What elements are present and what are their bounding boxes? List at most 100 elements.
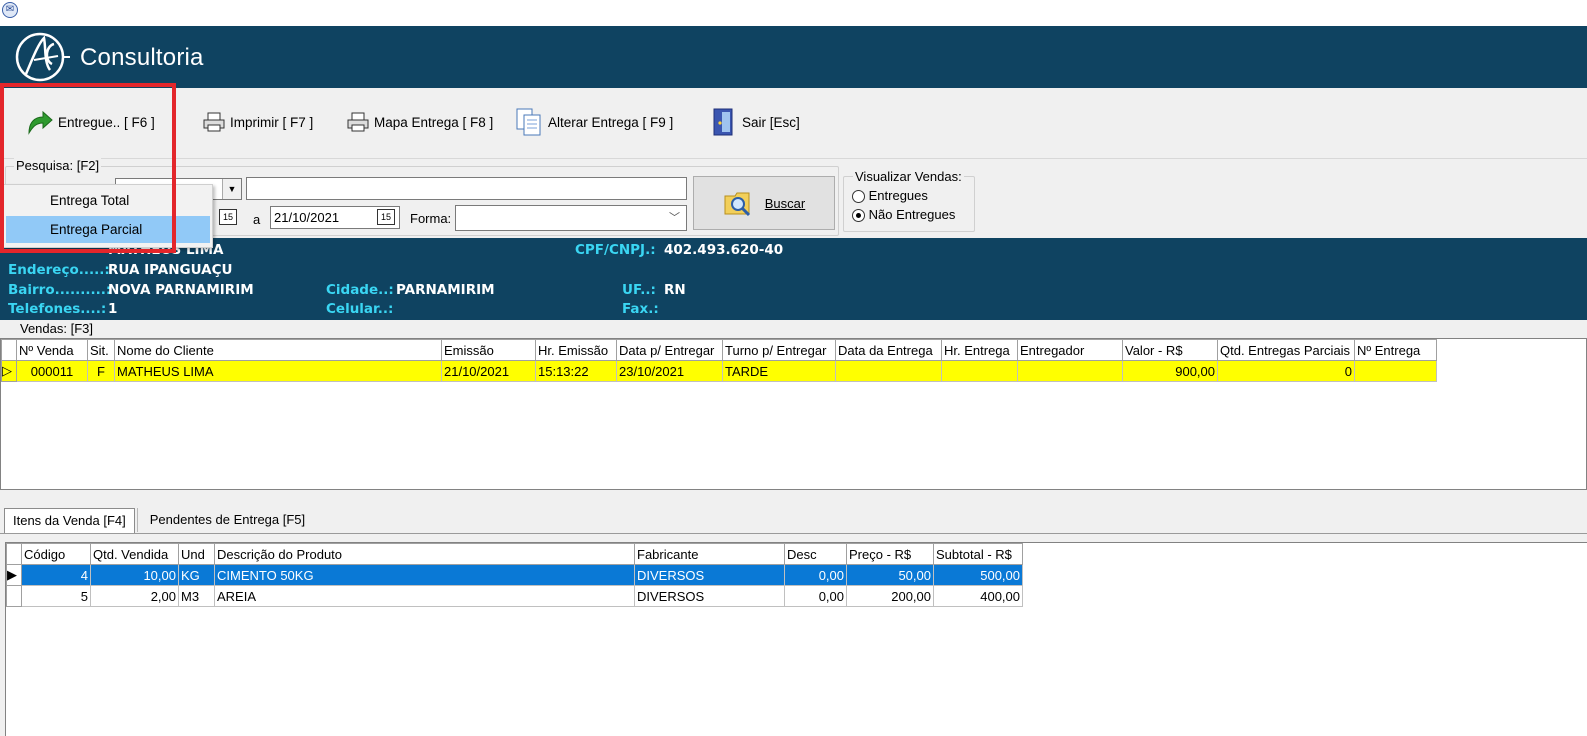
telefones-label: Telefones....: [8, 301, 107, 317]
radio-circle-selected[interactable] [852, 209, 865, 223]
cell-und: KG [178, 564, 215, 586]
cell-data-entregar: 23/10/2021 [616, 360, 723, 382]
col-header[interactable]: Turno p/ Entregar [722, 339, 836, 361]
col-header[interactable]: Nome do Cliente [114, 339, 442, 361]
cell-qtd: 2,00 [90, 585, 179, 607]
table-row[interactable]: ▶ 4 10,00 KG CIMENTO 50KG DIVERSOS 0,00 … [6, 564, 1023, 586]
buscar-button[interactable]: Buscar [693, 176, 835, 230]
radio-entregues[interactable]: Entregues [852, 188, 928, 204]
col-header[interactable]: Und [178, 543, 215, 565]
cell-descricao: CIMENTO 50KG [214, 564, 635, 586]
mapa-entrega-button[interactable]: Mapa Entrega [ F8 ] [346, 102, 493, 142]
col-header[interactable]: Entregador [1017, 339, 1123, 361]
printer-icon [203, 112, 225, 132]
cell-sit: F [87, 360, 115, 382]
cell-desc: 0,00 [784, 585, 847, 607]
cell-codigo: 4 [21, 564, 91, 586]
col-header[interactable]: Valor - R$ [1122, 339, 1218, 361]
visualizar-vendas-group [843, 176, 975, 232]
cell-preco: 50,00 [846, 564, 934, 586]
col-header[interactable]: Data p/ Entregar [616, 339, 723, 361]
chevron-down-icon[interactable]: ▼ [222, 179, 241, 199]
cell-data-entrega [835, 360, 942, 382]
cart-icon: ✉ [2, 2, 18, 18]
alterar-entrega-button[interactable]: Alterar Entrega [ F9 ] [514, 102, 673, 142]
cell-hr-entrega [941, 360, 1018, 382]
table-row[interactable]: 5 2,00 M3 AREIA DIVERSOS 0,00 200,00 400… [6, 585, 1023, 607]
calendar-icon[interactable]: 15 [219, 209, 237, 225]
col-header[interactable]: Hr. Emissão [535, 339, 617, 361]
tab-itens-da-venda[interactable]: Itens da Venda [F4] [4, 508, 135, 533]
exit-door-icon [713, 108, 733, 136]
sair-label: Sair [Esc] [742, 114, 800, 130]
bairro-value: NOVA PARNAMIRIM [108, 282, 254, 298]
client-info-panel: MATHEUS LIMA CPF/CNPJ.: 402.493.620-40 E… [0, 238, 1587, 320]
date-range-separator: a [253, 212, 261, 227]
sair-button[interactable]: Sair [Esc] [710, 102, 800, 142]
cell-subtotal: 400,00 [933, 585, 1023, 607]
calendar-icon[interactable]: 15 [377, 209, 395, 225]
chevron-down-icon[interactable]: ﹀ [666, 208, 683, 228]
search-folder-icon [724, 192, 750, 217]
imprimir-button[interactable]: Imprimir [ F7 ] [202, 102, 313, 142]
col-header[interactable]: Hr. Entrega [941, 339, 1018, 361]
telefones-value: 1 [108, 301, 118, 317]
logo-icon [15, 32, 70, 82]
cell-num-entrega [1354, 360, 1437, 382]
forma-select[interactable]: ﹀ [455, 205, 687, 231]
cell-qtd-parciais: 0 [1217, 360, 1355, 382]
col-header[interactable]: Fabricante [634, 543, 785, 565]
cell-fabricante: DIVERSOS [634, 585, 785, 607]
forma-label: Forma: [410, 211, 452, 226]
col-header[interactable]: Nº Entrega [1354, 339, 1437, 361]
col-header[interactable]: Nº Venda [16, 339, 88, 361]
radio-nao-entregues[interactable]: Não Entregues [852, 207, 955, 223]
cell-descricao: AREIA [214, 585, 635, 607]
table-row[interactable]: ▷ 000011 F MATHEUS LIMA 21/10/2021 15:13… [1, 360, 1437, 382]
tab-pendentes-de-entrega[interactable]: Pendentes de Entrega [F5] [136, 508, 314, 532]
cell-subtotal: 500,00 [933, 564, 1023, 586]
cidade-value: PARNAMIRIM [396, 282, 495, 298]
imprimir-label: Imprimir [ F7 ] [230, 114, 314, 130]
col-header[interactable]: Emissão [441, 339, 536, 361]
cpf-value: 402.493.620-40 [664, 242, 784, 258]
cell-turno: TARDE [722, 360, 836, 382]
col-header[interactable]: Sit. [87, 339, 115, 361]
visualizar-vendas-title: Visualizar Vendas: [853, 169, 964, 184]
vendas-grid[interactable]: Nº Venda Sit. Nome do Cliente Emissão Hr… [0, 338, 1587, 490]
tab-strip: Itens da Venda [F4] Pendentes de Entrega… [4, 508, 315, 534]
endereco-label: Endereço.....: [8, 262, 110, 278]
col-header[interactable]: Data da Entrega [835, 339, 942, 361]
printer-icon [347, 112, 369, 132]
search-text-input[interactable] [246, 177, 687, 200]
vendas-header-row: Nº Venda Sit. Nome do Cliente Emissão Hr… [1, 339, 1437, 361]
cell-qtd: 10,00 [90, 564, 179, 586]
cell-entregador [1017, 360, 1123, 382]
row-indicator [6, 585, 22, 607]
col-header[interactable]: Desc [784, 543, 847, 565]
itens-grid[interactable]: Código Qtd. Vendida Und Descrição do Pro… [5, 542, 1587, 736]
row-pointer-icon: ▶ [6, 564, 22, 586]
col-header[interactable]: Qtd. Entregas Parciais [1217, 339, 1355, 361]
endereco-value: RUA IPANGUAÇU [108, 262, 233, 278]
col-header[interactable]: Código [21, 543, 91, 565]
col-header[interactable]: Qtd. Vendida [90, 543, 179, 565]
cell-preco: 200,00 [846, 585, 934, 607]
col-header[interactable]: Preço - R$ [846, 543, 934, 565]
vendas-title: Vendas: [F3] [18, 321, 95, 336]
radio-circle[interactable] [852, 190, 865, 204]
row-indicator-header [6, 543, 22, 565]
col-header[interactable]: Subtotal - R$ [933, 543, 1023, 565]
documents-icon [516, 108, 541, 136]
buscar-label: Buscar [764, 195, 806, 211]
cell-valor: 900,00 [1122, 360, 1218, 382]
uf-label: UF..: [622, 282, 656, 298]
cell-codigo: 5 [21, 585, 91, 607]
window-titlebar [0, 0, 1587, 26]
bairro-label: Bairro..........: [8, 282, 112, 298]
app-banner [0, 26, 1587, 88]
brand-name: Consultoria [80, 44, 204, 71]
col-header[interactable]: Descrição do Produto [214, 543, 635, 565]
cell-hr-emissao: 15:13:22 [535, 360, 617, 382]
date-to-input[interactable]: 21/10/2021 15 [270, 206, 400, 229]
